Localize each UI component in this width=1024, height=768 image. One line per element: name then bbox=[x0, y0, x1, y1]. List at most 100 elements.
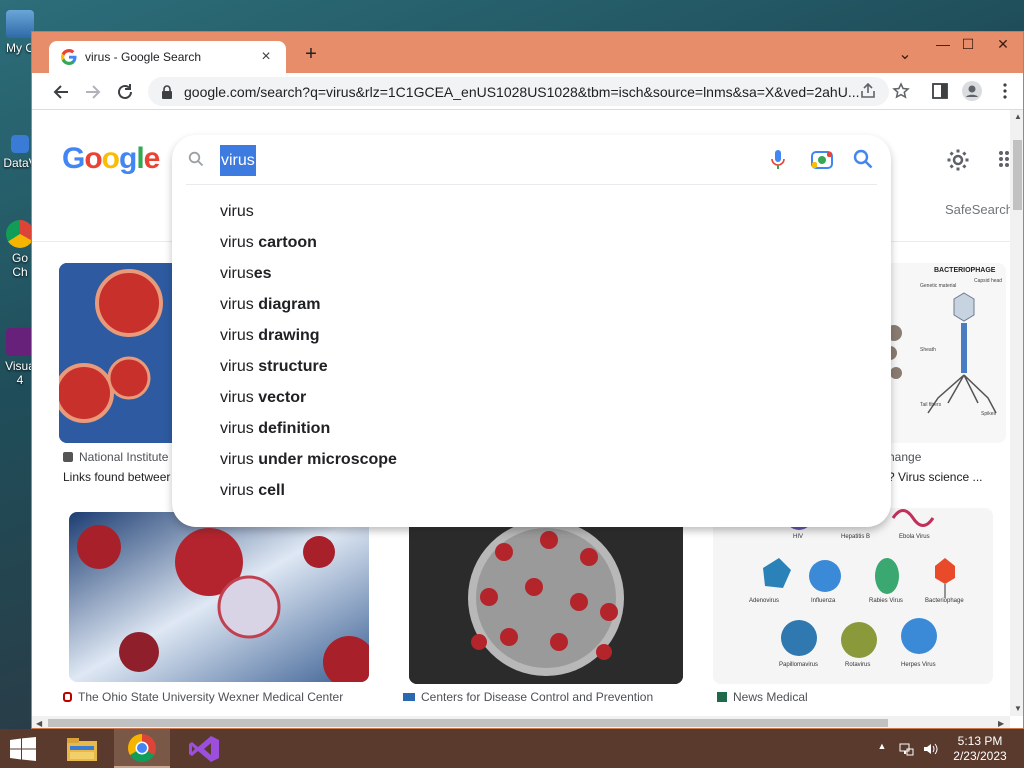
browser-toolbar: google.com/search?q=virus&rlz=1C1GCEA_en… bbox=[32, 73, 1023, 110]
result-source[interactable]: National Institute bbox=[63, 450, 168, 464]
title-bar: virus - Google Search × + ⌄ — ☐ ✕ bbox=[32, 32, 1023, 73]
source-favicon-icon bbox=[63, 452, 73, 462]
svg-text:Tail fibers: Tail fibers bbox=[920, 402, 942, 408]
tab-close-icon[interactable]: × bbox=[258, 48, 274, 66]
menu-kebab-icon[interactable] bbox=[996, 82, 1014, 100]
search-submit-icon[interactable] bbox=[853, 149, 873, 169]
maximize-button[interactable]: ☐ bbox=[953, 36, 983, 53]
virus-render-image bbox=[69, 512, 369, 682]
suggestion-item[interactable]: virus cell bbox=[172, 475, 891, 506]
scrollbar-thumb[interactable] bbox=[1013, 140, 1022, 210]
google-apps-icon[interactable] bbox=[998, 150, 1010, 168]
network-icon[interactable] bbox=[898, 741, 914, 757]
tab-title: virus - Google Search bbox=[85, 50, 202, 64]
suggestion-item[interactable]: virus definition bbox=[172, 413, 891, 444]
svg-text:HIV: HIV bbox=[793, 534, 803, 540]
scroll-up-arrow-icon[interactable]: ▲ bbox=[1014, 112, 1022, 121]
lock-icon[interactable] bbox=[160, 84, 174, 100]
close-window-button[interactable]: ✕ bbox=[988, 36, 1018, 53]
suggestion-item[interactable]: virus structure bbox=[172, 351, 891, 382]
volume-icon[interactable] bbox=[922, 741, 938, 757]
svg-text:Influenza: Influenza bbox=[811, 598, 836, 604]
settings-gear-icon[interactable] bbox=[946, 148, 970, 172]
taskbar: ▲ 5:13 PM 2/23/2023 bbox=[0, 729, 1024, 768]
suggestion-item[interactable]: virus vector bbox=[172, 382, 891, 413]
url-text: google.com/search?q=virus&rlz=1C1GCEA_en… bbox=[184, 83, 860, 100]
browser-window: virus - Google Search × + ⌄ — ☐ ✕ google… bbox=[31, 31, 1024, 729]
svg-text:Adenovirus: Adenovirus bbox=[749, 598, 779, 604]
system-clock[interactable]: 5:13 PM 2/23/2023 bbox=[950, 734, 1010, 764]
result-source[interactable]: hange bbox=[888, 450, 921, 464]
scrollbar-thumb[interactable] bbox=[48, 719, 888, 727]
coronavirus-render-image bbox=[409, 512, 683, 684]
tab-virus-google-search[interactable]: virus - Google Search × bbox=[49, 41, 286, 73]
share-icon[interactable] bbox=[859, 82, 877, 100]
back-icon[interactable] bbox=[50, 81, 72, 103]
svg-text:Hepatitis B: Hepatitis B bbox=[841, 534, 870, 540]
suggestion-item[interactable]: virus under microscope bbox=[172, 444, 891, 475]
result-image-thumbnail[interactable] bbox=[409, 512, 683, 684]
svg-text:Papillomavirus: Papillomavirus bbox=[779, 662, 818, 668]
result-image-thumbnail[interactable] bbox=[69, 512, 369, 682]
svg-text:Ebola Virus: Ebola Virus bbox=[899, 534, 930, 540]
result-caption[interactable]: ? Virus science ... bbox=[888, 470, 983, 484]
google-lens-icon[interactable] bbox=[811, 150, 833, 170]
result-caption[interactable]: Links found betweer bbox=[63, 470, 170, 484]
news-medical-favicon-icon bbox=[717, 692, 727, 702]
result-source[interactable]: The Ohio State University Wexner Medical… bbox=[63, 690, 343, 704]
scroll-right-arrow-icon[interactable]: ▶ bbox=[998, 719, 1004, 728]
show-hidden-icons-icon[interactable]: ▲ bbox=[874, 741, 890, 757]
suggestion-item[interactable]: virus drawing bbox=[172, 320, 891, 351]
taskbar-file-explorer[interactable] bbox=[54, 729, 110, 768]
divider bbox=[186, 184, 877, 185]
suggestion-item[interactable]: virus cartoon bbox=[172, 227, 891, 258]
visual-studio-shortcut-icon bbox=[6, 328, 34, 356]
bookmark-star-icon[interactable] bbox=[892, 82, 910, 100]
bacteriophage-diagram-image: BACTERIOPHAGE Genetic material Capsid he… bbox=[878, 263, 1006, 443]
search-box-dropdown: virus virus virus cartoon viruses virus … bbox=[172, 135, 891, 527]
result-source[interactable]: Centers for Disease Control and Preventi… bbox=[403, 690, 653, 704]
chrome-shortcut-icon bbox=[6, 220, 34, 248]
page-content: Google SafeSearch National Institute Lin… bbox=[32, 110, 1010, 716]
scroll-left-arrow-icon[interactable]: ◀ bbox=[36, 719, 42, 728]
svg-text:Herpes Virus: Herpes Virus bbox=[901, 662, 936, 668]
microphone-icon[interactable] bbox=[770, 149, 786, 171]
vertical-scrollbar[interactable]: ▲ ▼ bbox=[1010, 110, 1023, 716]
safesearch-link[interactable]: SafeSearch bbox=[945, 202, 1010, 217]
forward-icon[interactable] bbox=[82, 81, 104, 103]
google-favicon-icon bbox=[61, 49, 77, 65]
computer-icon bbox=[6, 10, 34, 38]
virus-micrograph-image bbox=[59, 263, 179, 443]
autocomplete-suggestions: virus virus cartoon viruses virus diagra… bbox=[172, 196, 891, 506]
search-input[interactable]: virus bbox=[220, 145, 256, 176]
side-panel-icon[interactable] bbox=[931, 82, 949, 100]
profile-avatar-icon[interactable] bbox=[962, 81, 982, 101]
reload-icon[interactable] bbox=[114, 81, 136, 103]
suggestion-item[interactable]: virus diagram bbox=[172, 289, 891, 320]
new-tab-button[interactable]: + bbox=[300, 44, 322, 66]
clock-time: 5:13 PM bbox=[957, 734, 1003, 748]
svg-text:BACTERIOPHAGE: BACTERIOPHAGE bbox=[934, 267, 996, 274]
suggestion-item[interactable]: virus bbox=[172, 196, 891, 227]
virus-types-diagram-image: HIV Hepatitis B Ebola Virus Adenovirus I… bbox=[713, 508, 993, 684]
svg-text:Sheath: Sheath bbox=[920, 347, 936, 353]
windows-start-icon[interactable] bbox=[8, 737, 38, 761]
svg-text:Rabies Virus: Rabies Virus bbox=[869, 598, 903, 604]
result-source[interactable]: News Medical bbox=[717, 690, 808, 704]
visual-studio-icon bbox=[189, 735, 219, 762]
result-image-thumbnail[interactable]: BACTERIOPHAGE Genetic material Capsid he… bbox=[878, 263, 1006, 443]
tab-search-button[interactable]: ⌄ bbox=[890, 44, 920, 64]
suggestion-item[interactable]: viruses bbox=[172, 258, 891, 289]
shortcut-icon bbox=[11, 135, 29, 153]
svg-text:Bacteriophage: Bacteriophage bbox=[925, 598, 964, 604]
result-image-thumbnail[interactable] bbox=[59, 263, 179, 443]
google-logo[interactable]: Google bbox=[62, 142, 160, 176]
taskbar-visual-studio[interactable] bbox=[176, 729, 232, 768]
taskbar-google-chrome[interactable] bbox=[114, 729, 170, 768]
horizontal-scrollbar[interactable]: ◀ ▶ bbox=[32, 716, 1010, 728]
svg-text:Capsid head: Capsid head bbox=[974, 278, 1002, 284]
result-image-thumbnail[interactable]: HIV Hepatitis B Ebola Virus Adenovirus I… bbox=[713, 508, 993, 684]
scroll-down-arrow-icon[interactable]: ▼ bbox=[1014, 704, 1022, 713]
svg-text:Spikes: Spikes bbox=[981, 411, 997, 417]
address-bar[interactable]: google.com/search?q=virus&rlz=1C1GCEA_en… bbox=[148, 77, 889, 106]
